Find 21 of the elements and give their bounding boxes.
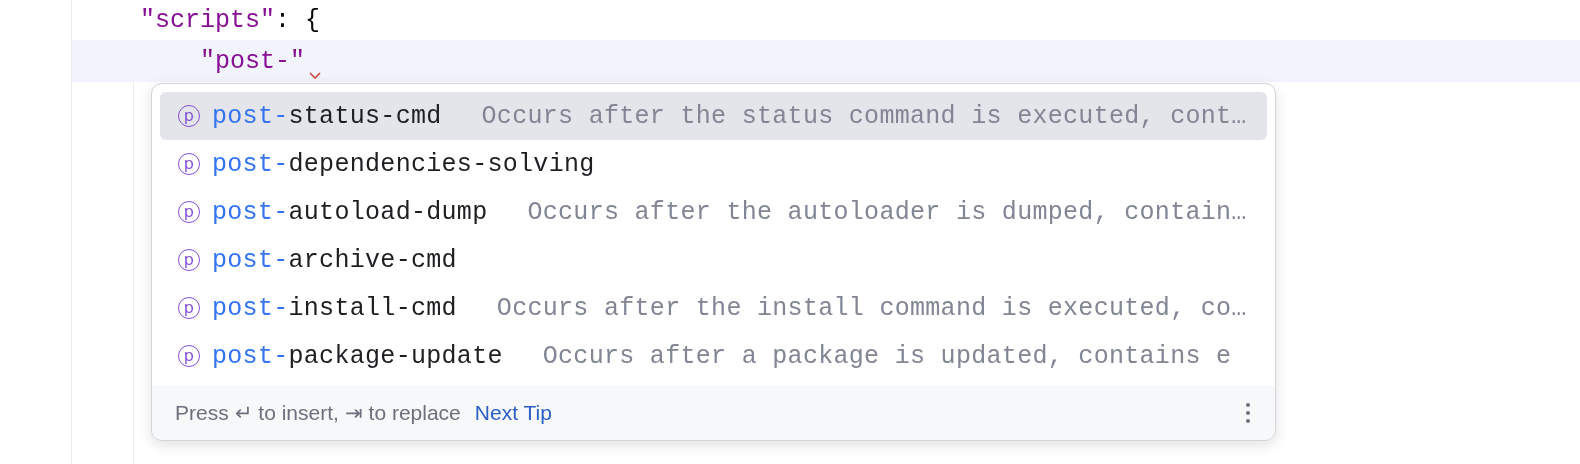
completion-item[interactable]: p post-autoload-dump Occurs after the autoloader is dumped, contain…: [160, 188, 1267, 236]
code-line: "post-": [200, 46, 306, 76]
completion-description: Occurs after the install command is executed, co…: [496, 293, 1247, 323]
hint-text: Press ↵ to insert, ⇥ to replace: [175, 401, 461, 425]
completion-name: post-autoload-dump: [212, 197, 488, 227]
next-tip-link[interactable]: Next Tip: [474, 401, 552, 425]
more-options-icon[interactable]: [1245, 402, 1251, 424]
completion-description: Occurs after the status command is executed, cont…: [481, 101, 1247, 131]
completion-description: Occurs after a package is updated, contains e: [542, 341, 1232, 371]
completion-item[interactable]: p post-status-cmd Occurs after the status command is executed, cont…: [160, 92, 1267, 140]
completion-name: post-status-cmd: [212, 101, 442, 131]
completion-name: post-archive-cmd: [212, 245, 457, 275]
completion-item[interactable]: p post-package-update Occurs after a package is updated, contains e: [160, 332, 1267, 380]
completion-item[interactable]: p post-dependencies-solving: [160, 140, 1267, 188]
completion-item[interactable]: p post-archive-cmd: [160, 236, 1267, 284]
completion-name: post-dependencies-solving: [212, 149, 595, 179]
completion-item[interactable]: p post-install-cmd Occurs after the install command is executed, co…: [160, 284, 1267, 332]
code-line: "scripts": {: [140, 5, 321, 35]
completion-name: post-install-cmd: [212, 293, 457, 323]
completion-name: post-package-update: [212, 341, 503, 371]
completion-description: Occurs after the autoloader is dumped, contain…: [527, 197, 1247, 227]
